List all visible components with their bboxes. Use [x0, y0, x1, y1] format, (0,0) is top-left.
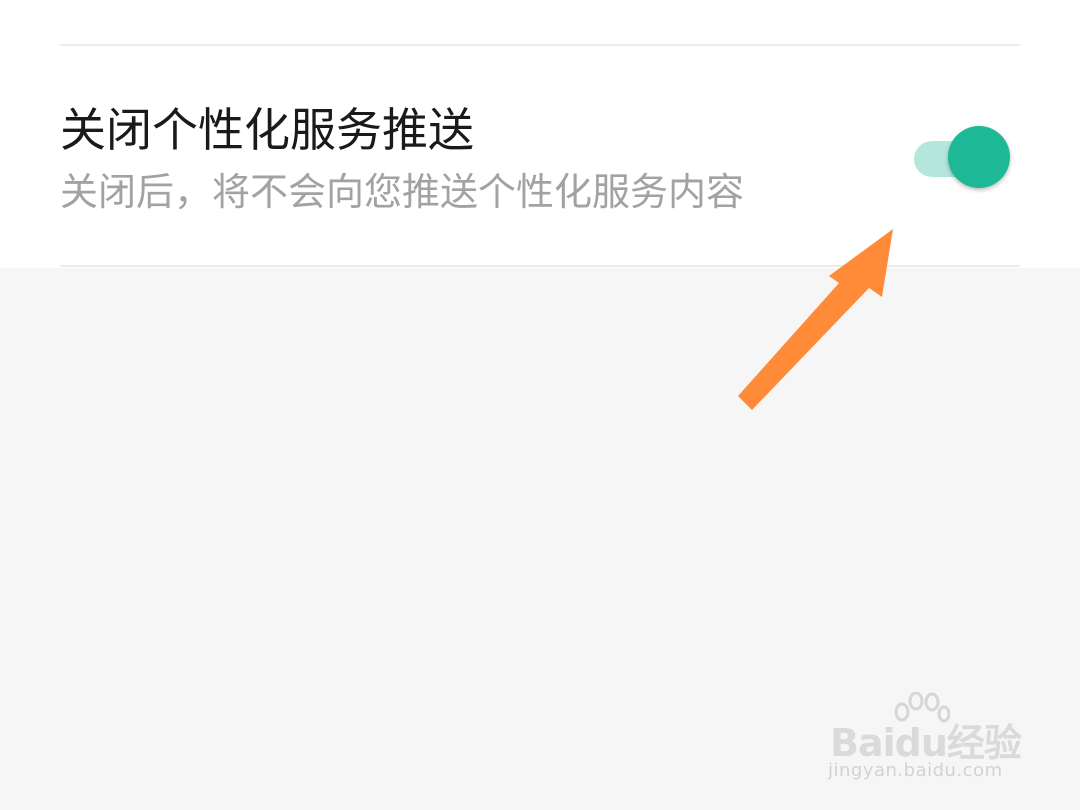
watermark-logo: Baidu经验: [830, 721, 1022, 765]
annotation-arrow-icon: [738, 229, 893, 410]
watermark-url: jingyan.baidu.com: [828, 760, 1003, 781]
baidu-watermark: Baidu经验 jingyan.baidu.com: [826, 690, 1026, 790]
